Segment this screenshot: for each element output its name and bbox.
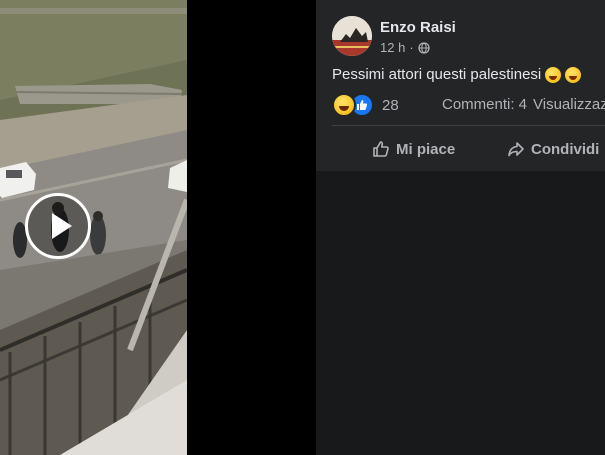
views-count-link[interactable]: Visualizzazioni — [533, 96, 605, 113]
share-icon — [508, 142, 524, 157]
comments-count-link[interactable]: Commenti: 4 — [442, 96, 527, 113]
laughing-emoji — [565, 66, 582, 83]
haha-reaction-icon — [332, 93, 356, 117]
share-button[interactable]: Condividi — [507, 137, 599, 161]
post-meta: 12 h · — [380, 40, 430, 55]
meta-separator: · — [409, 40, 414, 55]
globe-icon — [418, 41, 430, 54]
play-icon — [52, 213, 72, 239]
post-message: Pessimi attori questi palestinesi — [332, 66, 582, 83]
post-time[interactable]: 12 h — [380, 40, 405, 55]
share-label: Condividi — [531, 140, 600, 158]
video-thumbnail[interactable] — [0, 0, 187, 455]
laughing-emoji — [545, 66, 562, 83]
media-viewer — [0, 0, 316, 455]
thumbs-up-icon — [357, 100, 368, 110]
avatar-image — [332, 16, 372, 56]
like-button[interactable]: Mi piace — [372, 137, 455, 161]
post-text: Pessimi attori questi palestinesi — [332, 66, 542, 83]
reactions-count: 28 — [382, 96, 399, 114]
reactions-summary[interactable]: 28 — [332, 93, 399, 117]
thumbs-up-icon — [373, 141, 389, 157]
post-card: Enzo Raisi 12 h · Pessimi attori questi … — [316, 0, 605, 171]
post-panel: Enzo Raisi 12 h · Pessimi attori questi … — [316, 0, 605, 455]
play-button[interactable] — [25, 193, 91, 259]
like-label: Mi piace — [396, 140, 456, 158]
post-author[interactable]: Enzo Raisi — [380, 19, 456, 36]
avatar[interactable] — [332, 16, 372, 56]
actions-divider — [332, 125, 605, 126]
